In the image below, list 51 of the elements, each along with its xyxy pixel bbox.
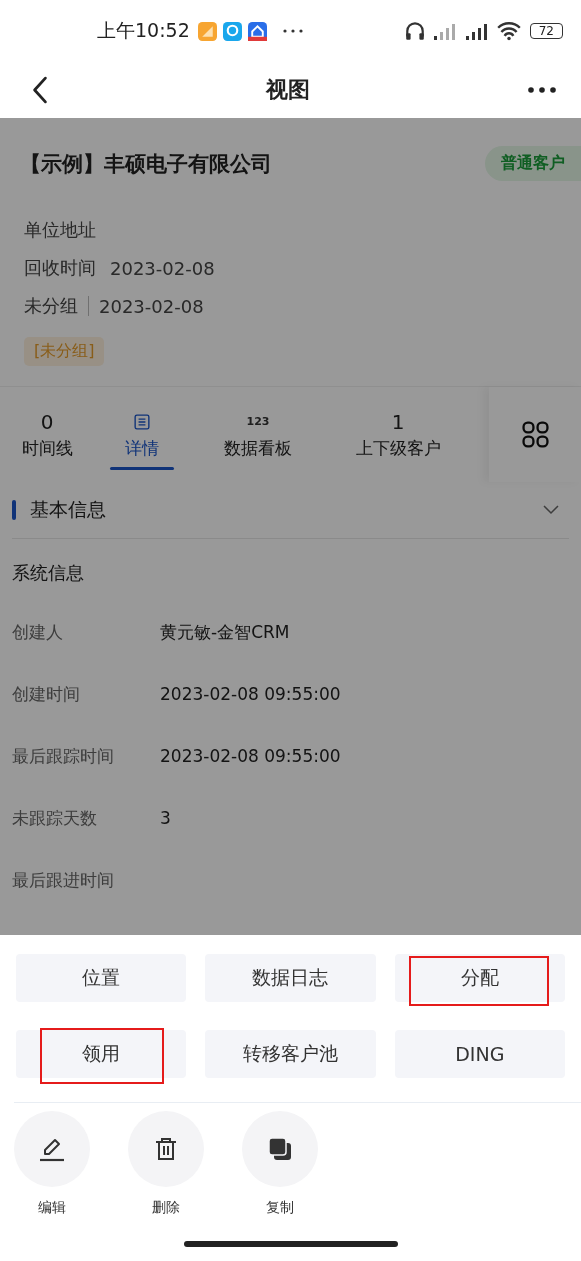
customer-type-tag: 普通客户	[485, 146, 581, 181]
field-value: 2023-02-08 09:55:00	[160, 746, 341, 766]
more-notifications-icon	[282, 29, 303, 33]
tool-label: 编辑	[38, 1199, 66, 1217]
more-icon[interactable]	[527, 87, 557, 93]
action-button[interactable]: 转移客户池	[205, 1030, 376, 1078]
headphones-icon	[403, 20, 426, 42]
signal-icon	[431, 21, 458, 41]
group-tag: [未分组]	[24, 337, 105, 366]
action-button[interactable]: 领用	[16, 1030, 187, 1078]
field-label: 未跟踪天数	[12, 806, 98, 830]
browser-app-icon	[222, 21, 242, 41]
field-label: 创建人	[12, 620, 64, 644]
wifi-icon	[495, 20, 522, 42]
home-app-icon	[247, 21, 267, 41]
action-button[interactable]: 位置	[16, 954, 187, 1002]
field-value: 2023-02-08	[110, 257, 215, 279]
grid-icon[interactable]	[521, 421, 549, 448]
chevron-icon[interactable]	[543, 505, 559, 515]
field-value: 2023-02-08 09:55:00	[160, 684, 341, 704]
field-value: 2023-02-08	[99, 295, 204, 317]
group-label: 未分组	[24, 294, 78, 318]
action-button[interactable]: 数据日志	[205, 954, 376, 1002]
action-button[interactable]: DING	[394, 1030, 565, 1078]
field-value: 3	[160, 808, 171, 828]
tool-label: 删除	[152, 1199, 180, 1217]
list-icon	[134, 414, 150, 430]
customer-name: 【示例】丰硕电子有限公司	[20, 150, 272, 178]
tool-label: 复制	[266, 1199, 294, 1217]
action-button[interactable]: 分配	[394, 954, 565, 1002]
status-time: 上午10:52	[97, 18, 190, 43]
battery-level: 72	[529, 23, 563, 39]
field-label: 最后跟踪时间	[12, 744, 115, 768]
signal-icon	[463, 21, 490, 41]
field-label: 最后跟进时间	[12, 868, 115, 892]
section-title: 基本信息	[30, 497, 106, 522]
copy-icon	[267, 1136, 293, 1162]
notes-app-icon	[197, 21, 217, 41]
tab[interactable]: 详情	[94, 387, 190, 482]
tab[interactable]: 123 数据看板	[190, 387, 326, 482]
tab[interactable]: 0 时间线	[0, 387, 94, 482]
tab[interactable]: 1 上下级客户	[326, 387, 470, 482]
trash-icon	[153, 1136, 179, 1162]
field-label: 单位地址	[24, 218, 96, 242]
page-title: 视图	[265, 76, 310, 104]
subsection-title: 系统信息	[11, 561, 85, 585]
field-label: 回收时间	[24, 256, 96, 280]
back-icon[interactable]	[32, 76, 48, 104]
field-label: 创建时间	[12, 682, 81, 706]
pencil-icon	[39, 1136, 65, 1162]
field-value: 黄元敏-金智CRM	[160, 620, 290, 644]
